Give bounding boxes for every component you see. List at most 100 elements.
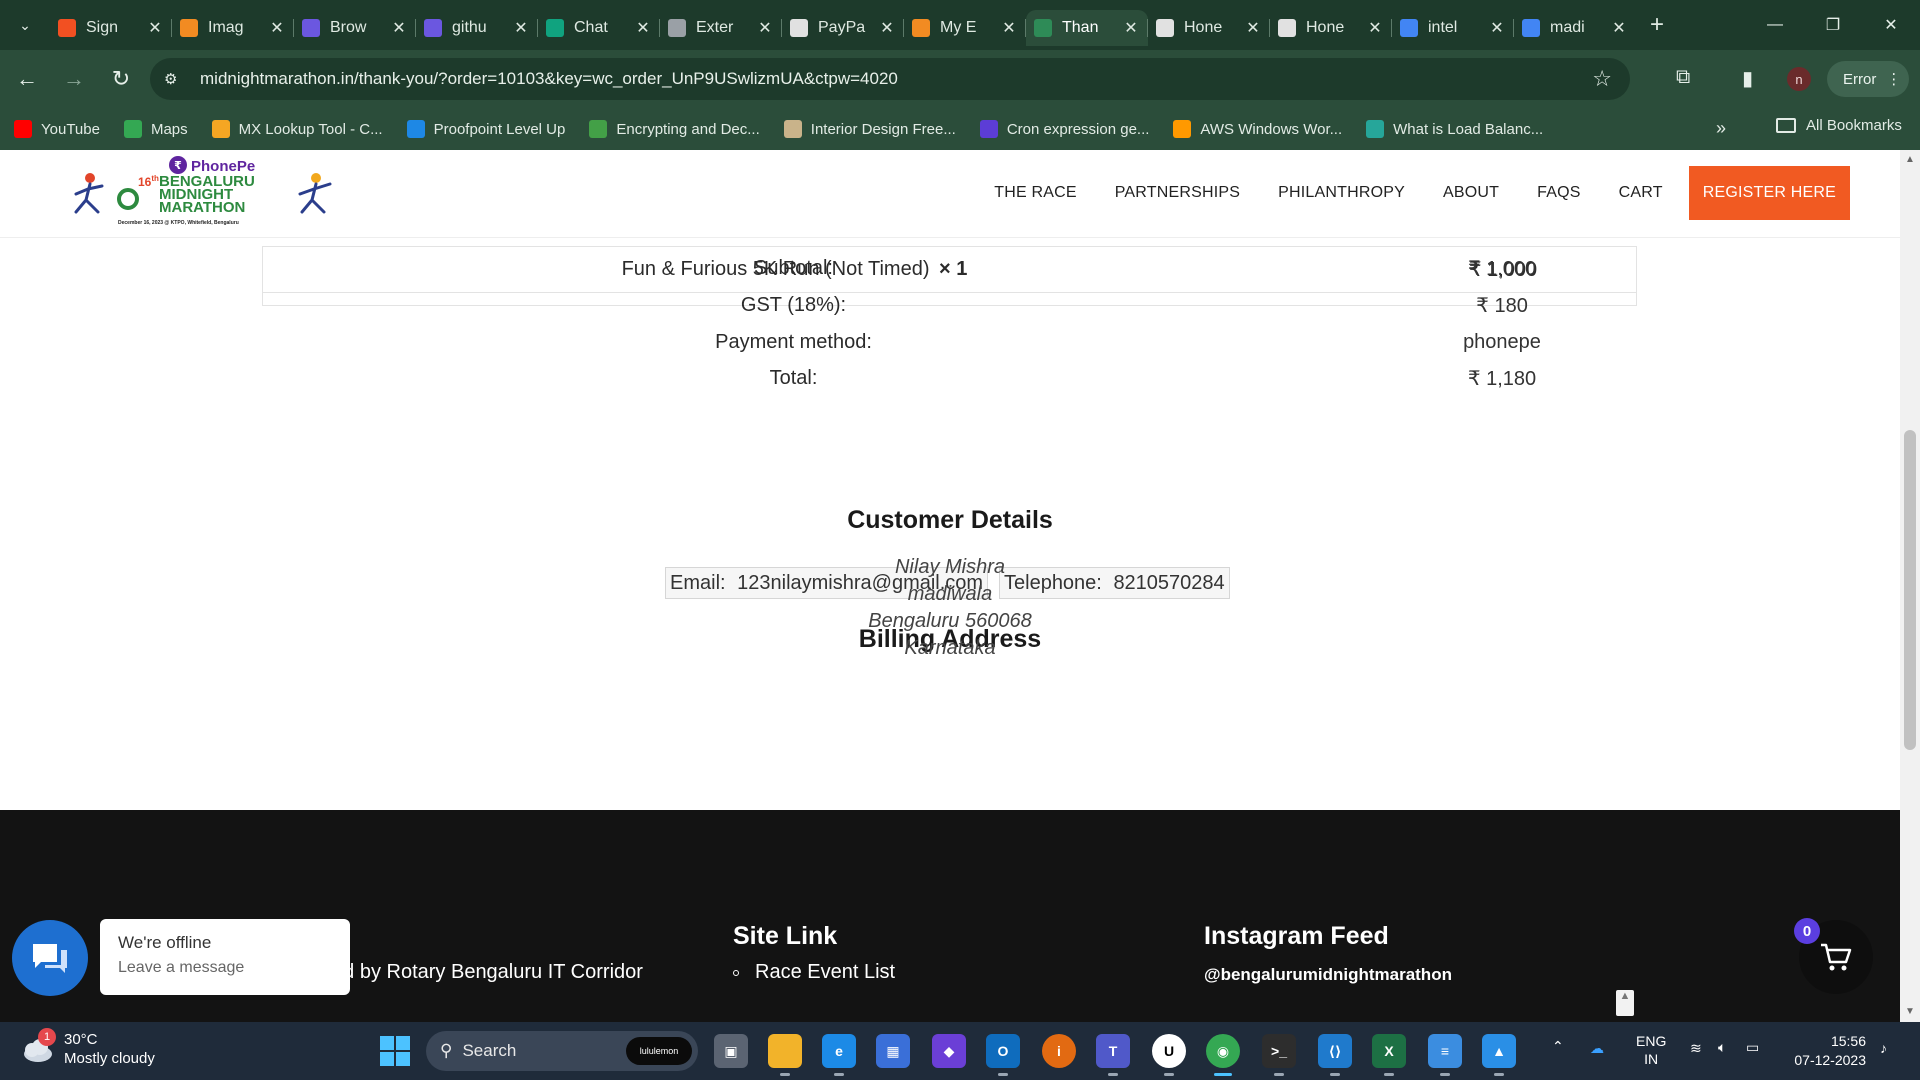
extensions-icon[interactable]: ⧉ bbox=[1676, 66, 1690, 89]
photos-icon[interactable]: ▲ bbox=[1482, 1034, 1516, 1076]
profile-avatar[interactable]: n bbox=[1787, 67, 1811, 91]
notepad-icon[interactable]: ≡ bbox=[1428, 1034, 1462, 1076]
browser-tab[interactable]: intel ✕ bbox=[1391, 10, 1514, 46]
bookmark-star-icon[interactable]: ☆ bbox=[1592, 66, 1612, 92]
page-scrollbar[interactable]: ▲ ▼ bbox=[1900, 150, 1920, 1022]
site-settings-icon[interactable]: ⚙ bbox=[164, 70, 188, 88]
tab-close-icon[interactable]: ✕ bbox=[1122, 18, 1140, 38]
tab-close-icon[interactable]: ✕ bbox=[634, 18, 652, 38]
language-bottom: IN bbox=[1644, 1051, 1659, 1067]
tab-close-icon[interactable]: ✕ bbox=[1000, 18, 1018, 38]
all-bookmarks-button[interactable]: All Bookmarks bbox=[1776, 113, 1902, 137]
task-view-icon[interactable]: ▣ bbox=[714, 1034, 748, 1068]
scroll-up-arrow-icon[interactable]: ▲ bbox=[1900, 154, 1920, 165]
site-link-item[interactable]: Race Event List bbox=[733, 961, 895, 984]
close-window-icon[interactable]: ✕ bbox=[1862, 0, 1920, 50]
totals-value: ₹ 1,180 bbox=[1467, 367, 1537, 390]
tab-close-icon[interactable]: ✕ bbox=[146, 18, 164, 38]
tray-chevron-icon[interactable]: ⌃ bbox=[1552, 1038, 1564, 1055]
tab-close-icon[interactable]: ✕ bbox=[756, 18, 774, 38]
new-tab-button[interactable]: + bbox=[1650, 11, 1664, 39]
restore-icon[interactable]: ❐ bbox=[1804, 0, 1862, 50]
instagram-handle[interactable]: @bengalurumidnightmarathon bbox=[1204, 965, 1452, 985]
vscode-icon[interactable]: ⟨⟩ bbox=[1318, 1034, 1352, 1076]
bookmark-item[interactable]: Cron expression ge... bbox=[979, 120, 1149, 138]
tab-close-icon[interactable]: ✕ bbox=[878, 18, 896, 38]
battery-icon[interactable]: ▭ bbox=[1746, 1039, 1759, 1056]
url-text[interactable]: midnightmarathon.in/thank-you/?order=101… bbox=[200, 69, 898, 89]
bookmark-favicon-icon bbox=[589, 120, 608, 138]
notification-bell-icon[interactable]: ♪ bbox=[1880, 1040, 1887, 1056]
browser-tab[interactable]: madi ✕ bbox=[1513, 10, 1636, 46]
info-app-icon[interactable]: i bbox=[1042, 1034, 1076, 1068]
nav-link-the-race[interactable]: THE RACE bbox=[994, 184, 1077, 202]
bookmarks-overflow-icon[interactable]: » bbox=[1716, 118, 1726, 139]
nav-link-faqs[interactable]: FAQS bbox=[1537, 184, 1580, 202]
reload-icon[interactable]: ↻ bbox=[101, 59, 141, 99]
bookmark-item[interactable]: YouTube bbox=[14, 120, 100, 138]
volume-icon[interactable]: 🔈︎ bbox=[1718, 1039, 1726, 1056]
back-icon[interactable]: ← bbox=[7, 59, 47, 99]
register-here-button[interactable]: REGISTER HERE bbox=[1688, 166, 1850, 220]
tab-close-icon[interactable]: ✕ bbox=[1244, 18, 1262, 38]
u-app-icon[interactable]: U bbox=[1152, 1034, 1186, 1076]
nav-link-philanthropy[interactable]: PHILANTHROPY bbox=[1278, 184, 1405, 202]
nav-link-cart[interactable]: CART bbox=[1619, 184, 1663, 202]
bookmark-item[interactable]: What is Load Balanc... bbox=[1366, 120, 1543, 138]
browser-tab[interactable]: githu ✕ bbox=[415, 10, 538, 46]
marathon-logo[interactable]: ₹ PhonePe 16th BENGALURU MIDNIGHT MARATH… bbox=[68, 154, 336, 236]
browser-tab[interactable]: Exter ✕ bbox=[659, 10, 782, 46]
browser-tab[interactable]: Hone ✕ bbox=[1269, 10, 1392, 46]
language-indicator[interactable]: ENG IN bbox=[1636, 1032, 1666, 1068]
nav-link-partnerships[interactable]: PARTNERSHIPS bbox=[1115, 184, 1240, 202]
chrome-icon[interactable]: ◉ bbox=[1206, 1034, 1240, 1076]
tab-close-icon[interactable]: ✕ bbox=[268, 18, 286, 38]
scrollbar-thumb[interactable] bbox=[1904, 430, 1916, 750]
feed-scroll-up-icon[interactable]: ▲ bbox=[1616, 990, 1634, 1016]
chat-offline-card[interactable]: We're offline Leave a message bbox=[100, 919, 350, 995]
copilot-icon[interactable]: ◆ bbox=[932, 1034, 966, 1068]
browser-tab[interactable]: PayPa ✕ bbox=[781, 10, 904, 46]
bookmark-item[interactable]: Proofpoint Level Up bbox=[406, 120, 565, 138]
wifi-icon[interactable]: ≋ bbox=[1690, 1040, 1702, 1057]
omnibox[interactable]: ⚙ midnightmarathon.in/thank-you/?order=1… bbox=[150, 58, 1630, 100]
bookmark-item[interactable]: Interior Design Free... bbox=[783, 120, 956, 138]
browser-tab[interactable]: Hone ✕ bbox=[1147, 10, 1270, 46]
tab-close-icon[interactable]: ✕ bbox=[1488, 18, 1506, 38]
minimize-icon[interactable]: — bbox=[1746, 0, 1804, 50]
excel-icon[interactable]: X bbox=[1372, 1034, 1406, 1076]
onedrive-icon[interactable]: ☁ bbox=[1590, 1040, 1604, 1057]
bookmark-item[interactable]: Maps bbox=[123, 120, 188, 138]
nav-link-about[interactable]: ABOUT bbox=[1443, 184, 1499, 202]
tab-close-icon[interactable]: ✕ bbox=[512, 18, 530, 38]
taskbar-search[interactable]: ⚲ Search lululemon bbox=[426, 1031, 698, 1071]
browser-tab[interactable]: Imag ✕ bbox=[171, 10, 294, 46]
forward-icon[interactable]: → bbox=[54, 59, 94, 99]
tab-search-chevron-icon[interactable]: ⌄ bbox=[8, 8, 42, 42]
scroll-down-arrow-icon[interactable]: ▼ bbox=[1900, 1006, 1920, 1017]
bookmark-item[interactable]: Encrypting and Dec... bbox=[589, 120, 760, 138]
error-button[interactable]: Error ⋮ bbox=[1827, 61, 1909, 97]
file-explorer-icon[interactable] bbox=[768, 1034, 802, 1076]
browser-tab[interactable]: Sign ✕ bbox=[50, 10, 172, 46]
clock[interactable]: 15:56 07-12-2023 bbox=[1786, 1032, 1866, 1070]
chat-launcher[interactable] bbox=[12, 920, 88, 996]
tab-close-icon[interactable]: ✕ bbox=[390, 18, 408, 38]
edge-icon[interactable]: e bbox=[822, 1034, 856, 1076]
tab-close-icon[interactable]: ✕ bbox=[1366, 18, 1384, 38]
store-icon[interactable]: ▦ bbox=[876, 1034, 910, 1068]
browser-tab[interactable]: My E ✕ bbox=[903, 10, 1026, 46]
windows-start-icon[interactable] bbox=[380, 1036, 410, 1066]
bookmark-item[interactable]: MX Lookup Tool - C... bbox=[211, 120, 383, 138]
browser-tab[interactable]: Chat ✕ bbox=[537, 10, 660, 46]
terminal-icon[interactable]: >_ bbox=[1262, 1034, 1296, 1076]
tab-close-icon[interactable]: ✕ bbox=[1610, 18, 1628, 38]
tab-title: My E bbox=[940, 19, 977, 36]
outlook-icon[interactable]: O bbox=[986, 1034, 1020, 1076]
bookmark-item[interactable]: AWS Windows Wor... bbox=[1173, 120, 1342, 138]
browser-tab[interactable]: Brow ✕ bbox=[293, 10, 416, 46]
side-panel-icon[interactable]: ▮ bbox=[1742, 66, 1753, 91]
browser-tab[interactable]: Than ✕ bbox=[1025, 10, 1148, 46]
teams-icon[interactable]: T bbox=[1096, 1034, 1130, 1076]
chat-icon bbox=[33, 944, 67, 973]
